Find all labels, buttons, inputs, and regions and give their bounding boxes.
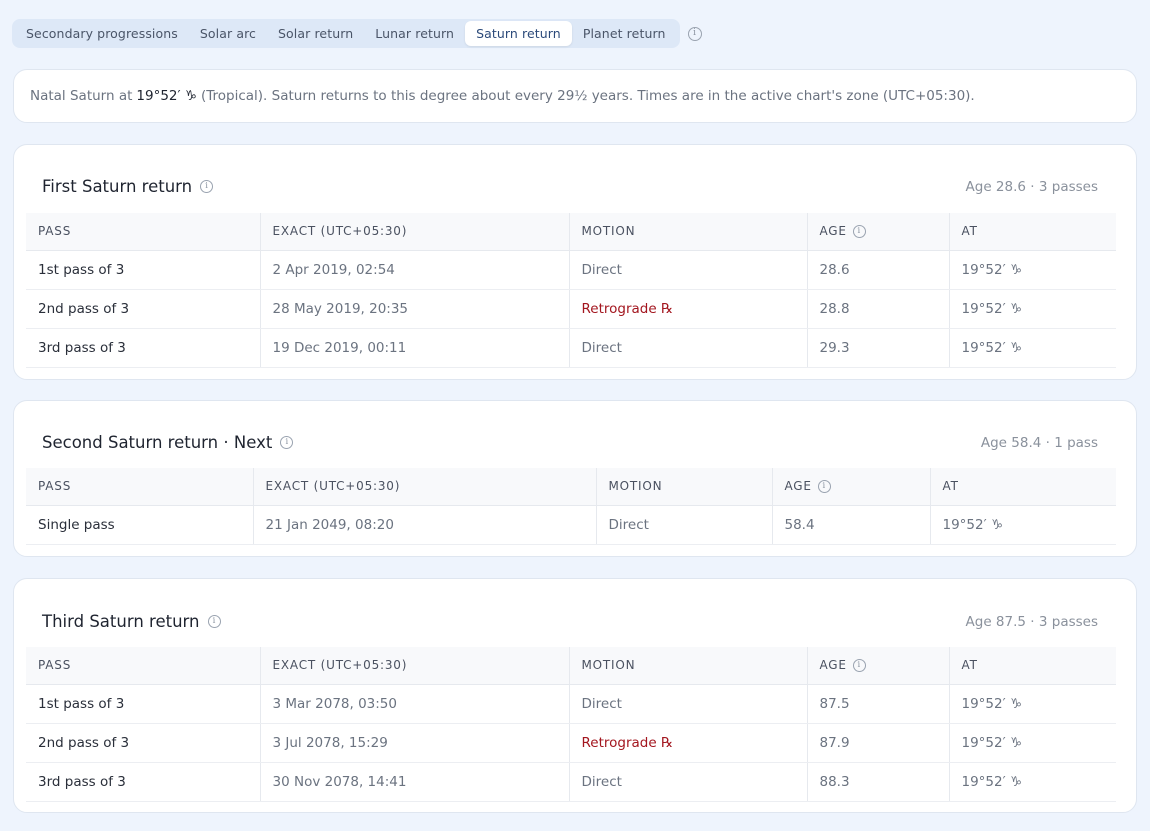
column-header-motion: MOTION — [568, 213, 807, 251]
column-header-exact: EXACT (UTC+05:30) — [259, 647, 569, 685]
table-row: 2nd pass of 3 28 May 2019, 20:35 Retrogr… — [26, 289, 1116, 329]
pass-cell: 3rd pass of 3 — [26, 762, 260, 802]
exact-cell: 2 Apr 2019, 02:54 — [259, 250, 569, 290]
natal-saturn-position: 19°52′ ♑︎ — [136, 88, 197, 104]
return-card-first: First Saturn return i Age 28.6 · 3 passe… — [13, 144, 1137, 380]
natal-saturn-note: Natal Saturn at 19°52′ ♑︎ (Tropical). Sa… — [13, 69, 1137, 123]
column-header-age: AGE i — [771, 468, 930, 506]
pass-cell: 1st pass of 3 — [26, 250, 260, 290]
return-title: Second Saturn return · Next — [42, 433, 273, 452]
return-card-second: Second Saturn return · Next i Age 58.4 ·… — [13, 400, 1137, 557]
note-suffix: (Tropical). Saturn returns to this degre… — [200, 88, 975, 104]
at-cell: 19°52′ ♑︎ — [948, 723, 1116, 763]
exact-cell: 19 Dec 2019, 00:11 — [259, 328, 569, 368]
column-header-age: AGE i — [806, 647, 949, 685]
at-cell: 19°52′ ♑︎ — [929, 505, 1116, 545]
table-row: 1st pass of 3 3 Mar 2078, 03:50 Direct 8… — [26, 684, 1116, 724]
column-header-pass: PASS — [26, 647, 260, 685]
table-row: 3rd pass of 3 19 Dec 2019, 00:11 Direct … — [26, 328, 1116, 368]
pass-cell: 2nd pass of 3 — [26, 289, 260, 329]
tabs-row: Secondary progressions Solar arc Solar r… — [12, 19, 702, 48]
info-icon[interactable]: i — [852, 224, 866, 238]
info-icon[interactable]: i — [852, 658, 866, 672]
column-header-age: AGE i — [806, 213, 949, 251]
at-cell: 19°52′ ♑︎ — [948, 762, 1116, 802]
tab-secondary-progressions[interactable]: Secondary progressions — [15, 21, 189, 46]
info-icon[interactable]: i — [817, 479, 831, 493]
pass-cell: 1st pass of 3 — [26, 684, 260, 724]
age-cell: 88.3 — [806, 762, 949, 802]
exact-cell: 21 Jan 2049, 08:20 — [252, 505, 596, 545]
return-summary: Age 28.6 · 3 passes — [965, 178, 1098, 195]
info-icon[interactable]: i — [200, 180, 214, 193]
column-header-at: AT — [929, 468, 1116, 506]
motion-cell: Direct — [595, 505, 772, 545]
table-row: 1st pass of 3 2 Apr 2019, 02:54 Direct 2… — [26, 250, 1116, 290]
column-header-motion: MOTION — [595, 468, 772, 506]
age-cell: 28.8 — [806, 289, 949, 329]
motion-cell: Direct — [568, 762, 807, 802]
at-cell: 19°52′ ♑︎ — [948, 289, 1116, 329]
age-cell: 28.6 — [806, 250, 949, 290]
at-cell: 19°52′ ♑︎ — [948, 250, 1116, 290]
motion-cell: Retrograde ℞ — [568, 289, 807, 329]
passes-table: PASS EXACT (UTC+05:30) MOTION AGE i AT 1s… — [26, 213, 1116, 368]
column-header-at: AT — [948, 213, 1116, 251]
tab-saturn-return[interactable]: Saturn return — [465, 21, 572, 46]
column-header-pass: PASS — [26, 468, 253, 506]
return-title: First Saturn return — [42, 177, 193, 196]
at-cell: 19°52′ ♑︎ — [948, 684, 1116, 724]
column-header-pass: PASS — [26, 213, 260, 251]
return-title: Third Saturn return — [42, 612, 200, 631]
column-header-at: AT — [948, 647, 1116, 685]
age-cell: 58.4 — [771, 505, 930, 545]
table-row: Single pass 21 Jan 2049, 08:20 Direct 58… — [26, 505, 1116, 545]
age-cell: 29.3 — [806, 328, 949, 368]
age-cell: 87.9 — [806, 723, 949, 763]
return-card-third: Third Saturn return i Age 87.5 · 3 passe… — [13, 578, 1137, 813]
motion-cell: Direct — [568, 250, 807, 290]
table-row: 3rd pass of 3 30 Nov 2078, 14:41 Direct … — [26, 762, 1116, 802]
at-cell: 19°52′ ♑︎ — [948, 328, 1116, 368]
note-prefix: Natal Saturn at — [30, 88, 133, 104]
tab-solar-arc[interactable]: Solar arc — [189, 21, 267, 46]
info-icon[interactable]: i — [687, 26, 702, 41]
pass-cell: Single pass — [26, 505, 253, 545]
return-type-tabs: Secondary progressions Solar arc Solar r… — [12, 19, 680, 48]
info-icon[interactable]: i — [280, 436, 294, 449]
column-header-exact: EXACT (UTC+05:30) — [259, 213, 569, 251]
column-header-exact: EXACT (UTC+05:30) — [252, 468, 596, 506]
motion-cell: Direct — [568, 684, 807, 724]
motion-cell: Direct — [568, 328, 807, 368]
return-summary: Age 58.4 · 1 pass — [980, 434, 1098, 451]
exact-cell: 3 Mar 2078, 03:50 — [259, 684, 569, 724]
pass-cell: 3rd pass of 3 — [26, 328, 260, 368]
motion-cell: Retrograde ℞ — [568, 723, 807, 763]
age-cell: 87.5 — [806, 684, 949, 724]
tab-solar-return[interactable]: Solar return — [267, 21, 364, 46]
exact-cell: 28 May 2019, 20:35 — [259, 289, 569, 329]
passes-table: PASS EXACT (UTC+05:30) MOTION AGE i AT Si… — [26, 468, 1116, 545]
tab-planet-return[interactable]: Planet return — [572, 21, 677, 46]
passes-table: PASS EXACT (UTC+05:30) MOTION AGE i AT 1s… — [26, 647, 1116, 802]
pass-cell: 2nd pass of 3 — [26, 723, 260, 763]
info-icon[interactable]: i — [207, 615, 221, 628]
table-row: 2nd pass of 3 3 Jul 2078, 15:29 Retrogra… — [26, 723, 1116, 763]
exact-cell: 3 Jul 2078, 15:29 — [259, 723, 569, 763]
tab-lunar-return[interactable]: Lunar return — [364, 21, 465, 46]
column-header-motion: MOTION — [568, 647, 807, 685]
return-summary: Age 87.5 · 3 passes — [965, 613, 1098, 630]
exact-cell: 30 Nov 2078, 14:41 — [259, 762, 569, 802]
